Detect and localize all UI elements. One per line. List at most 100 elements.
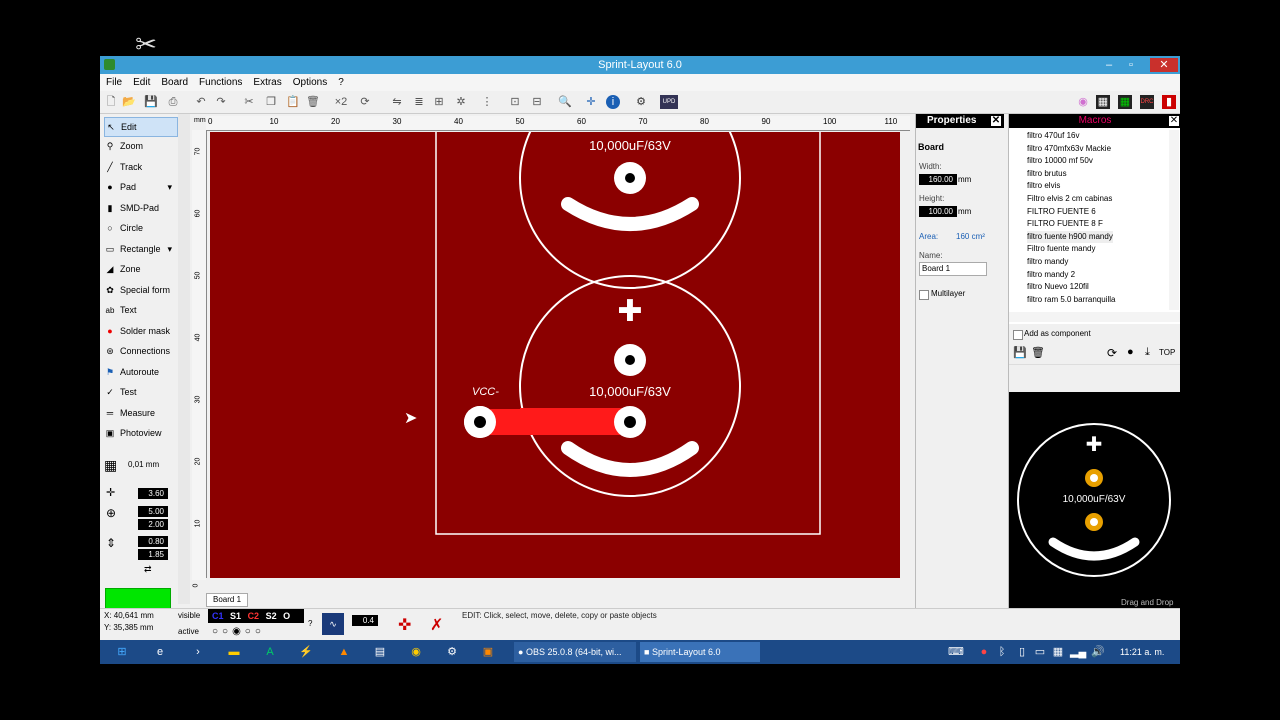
list-item[interactable]: filtro 470mfx63v Mackie (1027, 143, 1111, 156)
menu-help[interactable]: ? (332, 74, 349, 88)
snap-icon[interactable]: ✲ (454, 95, 468, 109)
grid-size-icon[interactable]: ▦ (104, 457, 120, 473)
pad-outer-field[interactable]: 5.00 (138, 506, 168, 517)
print-icon[interactable]: ⎙ (166, 95, 180, 109)
layer-o[interactable]: O (283, 611, 290, 621)
marker-icon[interactable]: ▮ (1162, 95, 1176, 109)
multilayer-checkbox[interactable] (919, 290, 929, 300)
list-item[interactable]: filtro fuente h900 mandy (1027, 230, 1113, 244)
taskbar-obs[interactable]: ● OBS 25.0.8 (64-bit, wi... (514, 642, 636, 662)
macro-preview[interactable]: ✚ 10,000uF/63V Drag and Drop (1009, 392, 1180, 608)
tool-pad[interactable]: ● Pad ▾ (104, 178, 176, 196)
pcb-drawing[interactable] (210, 132, 900, 578)
tool-text[interactable]: ab Text (104, 301, 176, 319)
tool-connections[interactable]: ⊛ Connections (104, 342, 176, 360)
align-icon[interactable]: ≣ (412, 95, 426, 109)
minimize-button[interactable]: – (1098, 58, 1120, 72)
qr-icon[interactable]: ▦ (1096, 95, 1110, 109)
layer-s1[interactable]: S1 (230, 611, 241, 621)
tray-network-icon[interactable]: ▦ (1050, 644, 1066, 660)
plus-symbol[interactable]: ✚ (610, 296, 650, 328)
grid-icon[interactable]: ▦ (1118, 95, 1132, 109)
settings-icon[interactable]: ⚙ (444, 644, 460, 660)
menu-file[interactable]: File (100, 74, 127, 88)
layer-c1[interactable]: C1 (212, 611, 224, 621)
list-item[interactable]: filtro mandy 2 (1027, 269, 1075, 282)
top-label[interactable]: TOP (1159, 348, 1175, 357)
tool-circle[interactable]: ○ Circle (104, 219, 176, 237)
paste-icon[interactable]: 📋 (286, 95, 300, 109)
list-item[interactable]: Filtro elvis 2 cm cabinas (1027, 193, 1112, 206)
smd-width-field[interactable]: 0.80 (138, 536, 168, 547)
folder-icon[interactable]: ▬ (226, 644, 242, 660)
crosshair-icon[interactable]: ✛ (584, 95, 598, 109)
tool-track[interactable]: ╱ Track (104, 158, 176, 176)
refresh-icon[interactable]: ⟳ (1107, 346, 1117, 360)
tool-panel-scrollbar[interactable] (178, 114, 190, 604)
macro-list-scrollbar[interactable] (1169, 130, 1179, 310)
document-icon[interactable]: ▤ (372, 644, 388, 660)
delete-icon[interactable]: 🗑 (306, 95, 320, 109)
list-item[interactable]: Filtro fuente mandy (1027, 243, 1095, 256)
list-item[interactable]: filtro 10000 mf 50v (1027, 155, 1093, 168)
tool-special-form[interactable]: ✿ Special form (104, 281, 176, 299)
list-item[interactable]: filtro elvis (1027, 180, 1060, 193)
usb-icon[interactable]: ⚡ (298, 644, 314, 660)
close-icon[interactable]: ✕ (991, 116, 1001, 126)
new-file-icon[interactable]: 🗋 (104, 95, 118, 109)
lock-icon[interactable]: ⊡ (508, 95, 522, 109)
chrome-icon[interactable]: ◉ (408, 644, 424, 660)
info-icon[interactable]: i (606, 95, 620, 109)
list-item[interactable]: filtro ram 5.0 barranquilla (1027, 294, 1115, 307)
clock[interactable]: 11:21 a. m. (1120, 642, 1164, 662)
pad-inner-field[interactable]: 2.00 (138, 519, 168, 530)
vlc-icon[interactable]: ▲ (336, 644, 352, 660)
audition-icon[interactable]: A (262, 644, 278, 660)
layer-c2[interactable]: C2 (248, 611, 260, 621)
signal-icon[interactable]: ▂▄ (1070, 644, 1086, 660)
zoom-field[interactable]: 0.4 (352, 615, 378, 626)
close-button[interactable]: ✕ (1150, 58, 1178, 72)
no-snap-icon[interactable]: ✗ (430, 615, 443, 635)
app-icon[interactable]: ▣ (480, 644, 496, 660)
undo-icon[interactable]: ↶ (194, 95, 208, 109)
tool-edit[interactable]: ↖ Edit (104, 117, 178, 137)
list-item[interactable]: FILTRO FUENTE 6 (1027, 206, 1096, 219)
zoom-icon[interactable]: 🔍 (558, 95, 572, 109)
record-icon[interactable]: ◉ (1076, 95, 1090, 109)
tray-app-icon[interactable]: ● (976, 644, 992, 660)
list-item[interactable]: filtro mandy (1027, 256, 1068, 269)
open-folder-icon[interactable]: 📂 (122, 95, 136, 109)
active-layer-radios[interactable]: ○○◉○○ (212, 626, 265, 637)
swap-icon[interactable]: ⇄ (144, 564, 152, 575)
menu-board[interactable]: Board (155, 74, 193, 88)
rotate-icon[interactable]: ⟳ (358, 95, 372, 109)
tool-solder-mask[interactable]: ● Solder mask (104, 322, 176, 340)
taskbar-sprint[interactable]: ■ Sprint-Layout 6.0 (640, 642, 760, 662)
volume-icon[interactable]: 🔊 (1090, 644, 1106, 660)
list-item[interactable]: filtro brutus (1027, 168, 1067, 181)
copy-icon[interactable]: ❐ (264, 95, 278, 109)
track-mode-icon[interactable]: ∿ (322, 613, 344, 635)
pcb-canvas[interactable]: 10,000uF/63V ✚ 10,000uF/63V VCC- ➤ (210, 132, 900, 578)
layer-s2[interactable]: S2 (266, 611, 277, 621)
tool-rectangle[interactable]: ▭ Rectangle ▾ (104, 240, 176, 258)
list-item[interactable]: FILTRO FUENTE 8 F (1027, 218, 1103, 231)
maximize-button[interactable]: ▫ (1120, 58, 1142, 72)
tool-autoroute[interactable]: ⚑ Autoroute (104, 363, 176, 381)
tool-photoview[interactable]: ▣ Photoview (104, 424, 176, 442)
start-icon[interactable]: ⊞ (114, 644, 130, 660)
save-icon[interactable]: 💾 (144, 95, 158, 109)
dropdown-arrow-icon[interactable]: ▾ (167, 240, 172, 258)
keyboard-icon[interactable]: ⌨ (948, 644, 964, 660)
smd-height-field[interactable]: 1.85 (138, 549, 168, 560)
crosshair-icon[interactable]: ✜ (398, 615, 411, 635)
group-icon[interactable]: ⊞ (432, 95, 446, 109)
list-item[interactable]: filtro 470uf 16v (1027, 130, 1079, 143)
menu-extras[interactable]: Extras (247, 74, 286, 88)
unlock-icon[interactable]: ⊟ (530, 95, 544, 109)
track-width-field[interactable]: 3.60 (138, 488, 168, 499)
distribute-icon[interactable]: ⋮ (480, 95, 494, 109)
tool-smd-pad[interactable]: ▮ SMD-Pad (104, 199, 176, 217)
height-field[interactable]: 100.00 (919, 206, 957, 217)
